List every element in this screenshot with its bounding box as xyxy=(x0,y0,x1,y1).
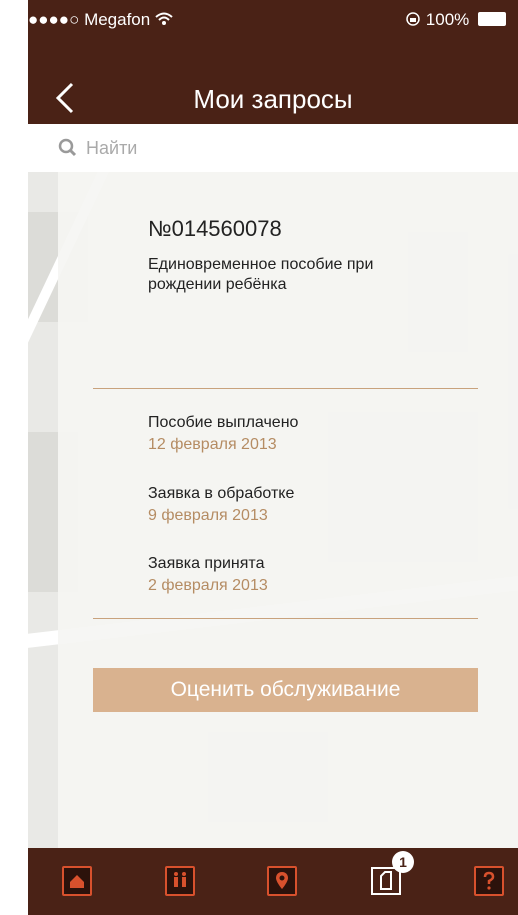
notification-badge: 1 xyxy=(392,851,414,873)
home-icon xyxy=(70,875,84,888)
event-date: 2 февраля 2013 xyxy=(148,577,268,594)
search-bar: Найти xyxy=(28,124,518,172)
request-number: №014560078 xyxy=(148,216,282,241)
carrier-label: ●●●●○ Megafon xyxy=(28,10,151,29)
divider xyxy=(93,618,478,619)
navigation-bar: Мои запросы xyxy=(28,70,518,124)
search-input[interactable]: Найти xyxy=(86,138,137,159)
status-bar: ●●●●○ Megafon 100% xyxy=(28,0,518,40)
lock-rotation-icon xyxy=(406,12,420,26)
page-title: Мои запросы xyxy=(193,84,353,114)
phone-screen: ●●●●○ Megafon 100% Мои запросы Найти №01… xyxy=(28,0,518,915)
location-pin-icon xyxy=(276,872,288,889)
request-type: Единовременное пособие при рождении ребё… xyxy=(148,256,374,293)
battery-label: 100% xyxy=(425,10,470,29)
help-icon xyxy=(483,871,495,890)
tab-location[interactable] xyxy=(267,866,297,896)
search-icon xyxy=(58,138,77,157)
map-background: №014560078 Единовременное пособие при ро… xyxy=(28,172,518,848)
tab-home[interactable] xyxy=(62,866,92,896)
wifi-icon xyxy=(155,12,173,25)
header: ●●●●○ Megafon 100% Мои запросы xyxy=(28,0,518,124)
tab-help[interactable] xyxy=(474,866,504,896)
event-title: Пособие выплачено xyxy=(148,414,299,431)
event-title: Заявка в обработке xyxy=(148,485,295,502)
people-icon xyxy=(174,872,186,887)
event-date: 9 февраля 2013 xyxy=(148,507,268,524)
event-date: 12 февраля 2013 xyxy=(148,436,277,453)
event-title: Заявка принята xyxy=(148,555,265,572)
tab-bar: 1 xyxy=(28,848,518,915)
request-card: №014560078 Единовременное пособие при ро… xyxy=(58,172,518,848)
tab-people[interactable] xyxy=(165,866,195,896)
rate-service-button[interactable]: Оценить обслуживание xyxy=(93,668,478,712)
battery-icon xyxy=(478,12,506,26)
divider xyxy=(93,388,478,389)
